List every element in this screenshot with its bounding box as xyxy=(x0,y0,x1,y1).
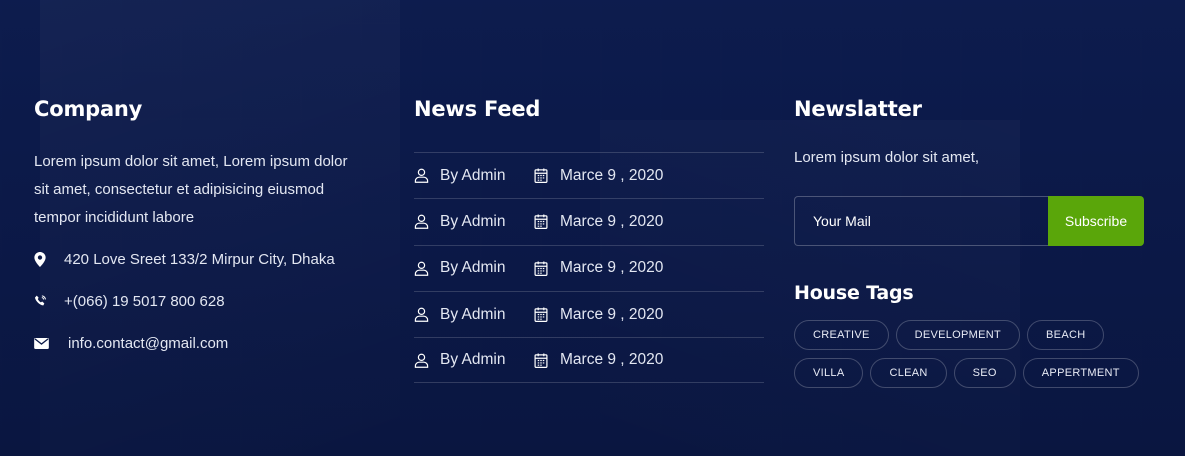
news-date: Marce 9 , 2020 xyxy=(534,351,663,369)
tag-development[interactable]: DEVELOPMENT xyxy=(895,320,1021,350)
news-date: Marce 9 , 2020 xyxy=(534,259,663,277)
phone-text[interactable]: +(066) 19 5017 800 628 xyxy=(64,293,225,310)
news-date-text: Marce 9 , 2020 xyxy=(560,305,664,323)
contact-address: 420 Love Sreet 133/2 Mirpur City, Dhaka xyxy=(34,238,386,280)
about-line: tempor incididunt labore xyxy=(34,209,195,226)
tag-appertment[interactable]: APPERTMENT xyxy=(1022,358,1139,388)
tags-heading: House Tags xyxy=(794,282,914,304)
subscribe-button[interactable]: Subscribe xyxy=(1048,196,1144,246)
user-icon xyxy=(414,214,440,230)
news-date-text: Marce 9 , 2020 xyxy=(560,259,664,277)
company-column: Company Lorem ipsum dolor sit amet, Lore… xyxy=(34,96,386,364)
news-author-text: By Admin xyxy=(440,212,506,230)
news-author-text: By Admin xyxy=(440,166,506,184)
news-author-text: By Admin xyxy=(440,305,506,323)
newsletter-column: Newslatter Lorem ipsum dolor sit amet, S… xyxy=(794,96,1144,388)
news-date-text: Marce 9 , 2020 xyxy=(560,166,664,184)
newsletter-form: Subscribe xyxy=(794,196,1144,246)
news-date: Marce 9 , 2020 xyxy=(534,213,663,231)
news-item[interactable]: By Admin Marce 9 , 2020 xyxy=(414,244,764,291)
user-icon xyxy=(414,307,440,322)
news-column: News Feed By Admin Marce 9 , 2020 By Adm… xyxy=(414,96,764,384)
news-date-text: Marce 9 , 2020 xyxy=(560,212,664,230)
about-line: Lorem ipsum dolor sit amet, Lorem ipsum … xyxy=(34,153,348,170)
calendar-icon xyxy=(534,168,560,184)
news-author: By Admin xyxy=(414,213,534,231)
news-author: By Admin xyxy=(414,351,534,369)
news-author: By Admin xyxy=(414,259,534,277)
company-heading: Company xyxy=(34,97,143,121)
footer: Company Lorem ipsum dolor sit amet, Lore… xyxy=(0,0,1185,456)
news-author-text: By Admin xyxy=(440,259,506,277)
address-text: 420 Love Sreet 133/2 Mirpur City, Dhaka xyxy=(64,250,335,268)
email-text[interactable]: info.contact@gmail.com xyxy=(68,335,228,352)
newsletter-heading: Newslatter xyxy=(794,97,922,121)
contact-email[interactable]: info.contact@gmail.com xyxy=(34,322,386,364)
news-author: By Admin xyxy=(414,167,534,185)
email-input[interactable] xyxy=(794,196,1048,246)
user-icon xyxy=(414,261,440,276)
company-about: Lorem ipsum dolor sit amet, Lorem ipsum … xyxy=(34,148,386,232)
calendar-icon xyxy=(534,214,560,230)
contact-phone[interactable]: +(066) 19 5017 800 628 xyxy=(34,280,386,322)
newsletter-intro: Lorem ipsum dolor sit amet, xyxy=(794,149,980,166)
calendar-icon xyxy=(534,261,560,276)
news-heading: News Feed xyxy=(414,97,541,121)
news-date: Marce 9 , 2020 xyxy=(534,306,663,324)
user-icon xyxy=(414,353,440,368)
news-list: By Admin Marce 9 , 2020 By Admin Marce 9… xyxy=(414,152,764,384)
tag-clean[interactable]: CLEAN xyxy=(870,358,947,388)
tag-creative[interactable]: CREATIVE xyxy=(794,320,889,350)
news-date: Marce 9 , 2020 xyxy=(534,167,663,185)
calendar-icon xyxy=(534,353,560,368)
news-author-text: By Admin xyxy=(440,351,506,369)
news-item[interactable]: By Admin Marce 9 , 2020 xyxy=(414,198,764,244)
news-author: By Admin xyxy=(414,306,534,324)
news-item[interactable]: By Admin Marce 9 , 2020 xyxy=(414,337,764,384)
tag-beach[interactable]: BEACH xyxy=(1027,320,1105,350)
tag-villa[interactable]: VILLA xyxy=(794,358,864,388)
tag-seo[interactable]: SEO xyxy=(953,358,1016,388)
news-item[interactable]: By Admin Marce 9 , 2020 xyxy=(414,152,764,198)
news-date-text: Marce 9 , 2020 xyxy=(560,351,664,369)
user-icon xyxy=(414,168,440,183)
calendar-icon xyxy=(534,307,560,322)
phone-icon xyxy=(34,293,64,309)
about-line: sit amet, consectetur et adipisicing eiu… xyxy=(34,181,325,198)
location-pin-icon xyxy=(34,251,64,267)
envelope-icon xyxy=(34,335,68,351)
tag-list: CREATIVE DEVELOPMENT BEACH VILLA CLEAN S… xyxy=(794,320,1144,388)
news-item[interactable]: By Admin Marce 9 , 2020 xyxy=(414,290,764,337)
